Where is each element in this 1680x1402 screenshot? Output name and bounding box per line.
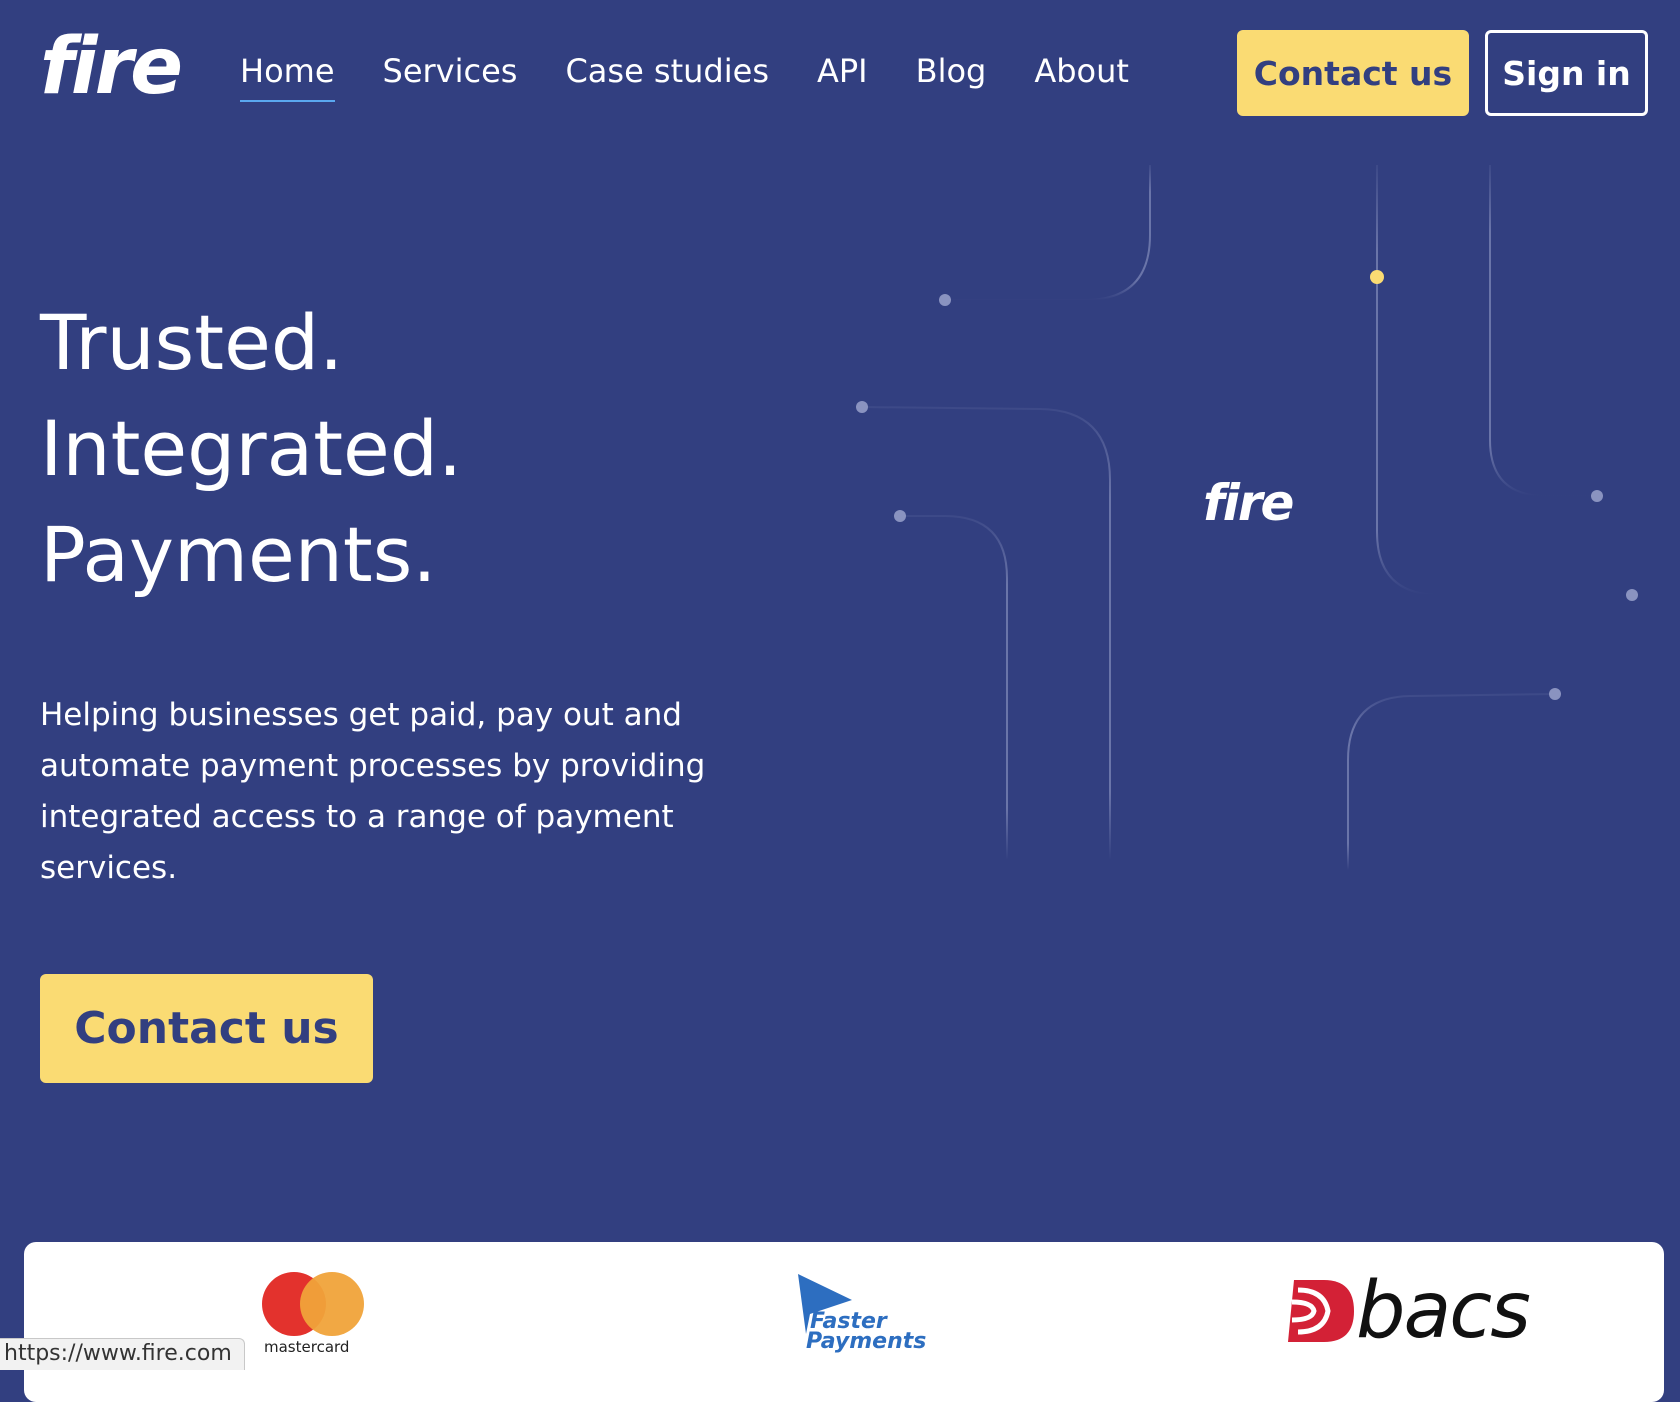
hero-title: Trusted. Integrated. Payments. <box>40 290 462 608</box>
header-contact-button[interactable]: Contact us <box>1237 30 1469 116</box>
mastercard-orange-circle <box>300 1272 364 1336</box>
faster-payments-logo-icon: Faster Payments <box>790 1274 930 1374</box>
bacs-label: bacs <box>1356 1266 1531 1356</box>
nav-item-case-studies[interactable]: Case studies <box>565 52 769 102</box>
graphic-fire-logo: fire <box>1203 474 1294 532</box>
hero-contact-button[interactable]: Contact us <box>40 974 373 1083</box>
nav-item-services[interactable]: Services <box>383 52 518 102</box>
mastercard-logo-icon: mastercard <box>262 1272 372 1372</box>
bacs-logo-icon: bacs <box>1284 1266 1534 1366</box>
nav-item-api[interactable]: API <box>817 52 868 102</box>
site-header: fire Home Services Case studies API Blog… <box>0 0 1680 140</box>
faster-payments-line-2: Payments <box>806 1329 927 1354</box>
hero-title-line-1: Trusted. <box>40 298 344 387</box>
nav-item-blog[interactable]: Blog <box>916 52 987 102</box>
status-bar-url: https://www.fire.com <box>0 1338 245 1370</box>
sign-in-button[interactable]: Sign in <box>1485 30 1648 116</box>
hero-title-line-2: Integrated. <box>40 404 463 493</box>
hero-description: Helping businesses get paid, pay out and… <box>40 697 706 886</box>
fire-logo[interactable]: fire <box>40 28 183 106</box>
nav-item-about[interactable]: About <box>1034 52 1129 102</box>
bacs-d-mark-icon <box>1288 1280 1354 1342</box>
partner-logos-strip: mastercard Faster Payments bacs <box>24 1242 1664 1402</box>
hero-title-line-3: Payments. <box>40 510 437 599</box>
main-nav: Home Services Case studies API Blog Abou… <box>240 52 1177 102</box>
faster-payments-text: Faster Payments <box>806 1311 926 1353</box>
nav-item-home[interactable]: Home <box>240 52 335 102</box>
mastercard-label: mastercard <box>264 1338 350 1356</box>
